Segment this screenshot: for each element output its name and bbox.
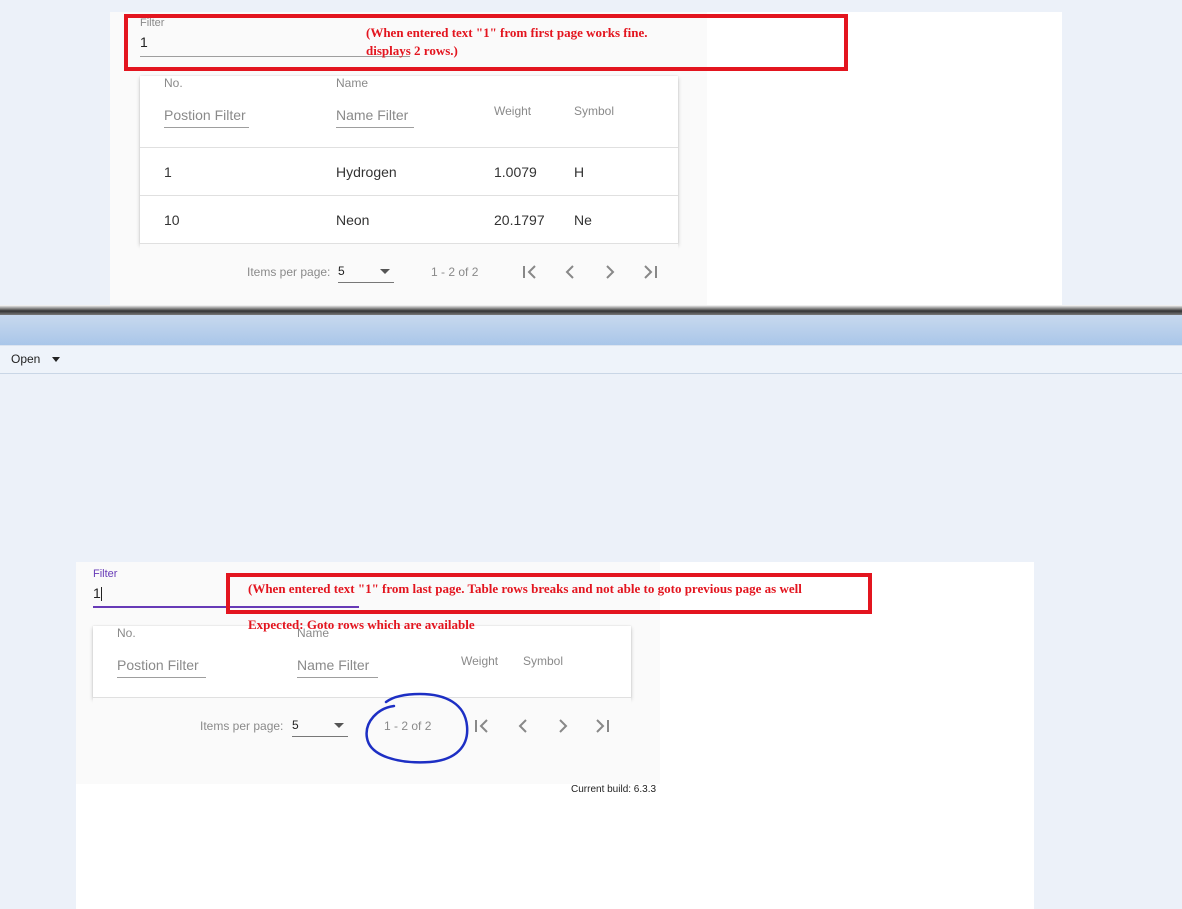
header-no: No. <box>164 76 183 90</box>
cell-weight: 1.0079 <box>494 164 537 180</box>
header-symbol: Symbol <box>574 104 615 118</box>
cell-symbol: H <box>574 164 585 180</box>
first-page-icon[interactable] <box>473 718 491 734</box>
bottom-annotation-line1: (When entered text "1" from last page. T… <box>248 581 802 596</box>
annotation-circle <box>365 692 469 764</box>
header-divider <box>140 147 678 148</box>
position-filter-input[interactable]: Postion Filter <box>164 107 249 128</box>
dropdown-arrow-icon <box>334 723 344 728</box>
bottom-filter-label: Filter <box>93 568 118 580</box>
top-annotation-box <box>124 14 848 71</box>
items-per-page-label: Items per page: <box>200 719 284 733</box>
page-size-select[interactable]: 5 <box>338 262 394 283</box>
next-page-icon[interactable] <box>603 264 617 280</box>
open-menu-button[interactable]: Open <box>11 352 60 366</box>
cell-name: Hydrogen <box>336 164 397 180</box>
items-per-page-label: Items per page: <box>247 265 331 279</box>
position-filter-input[interactable]: Postion Filter <box>117 657 206 678</box>
row-divider <box>140 195 678 196</box>
screenshot-separator <box>0 305 1182 315</box>
toolbar: Open <box>0 345 1182 374</box>
header-symbol: Symbol <box>523 654 564 668</box>
chevron-down-icon <box>51 357 60 363</box>
bottom-annotation-line2: Expected: Goto rows which are available <box>248 617 475 632</box>
page-size-value: 5 <box>338 264 345 278</box>
cell-no: 1 <box>164 164 172 180</box>
last-page-icon[interactable] <box>641 264 659 280</box>
header-weight: Weight <box>494 104 532 118</box>
text-cursor <box>100 586 102 601</box>
window-titlebar <box>0 315 1182 345</box>
header-name: Name <box>336 76 369 90</box>
first-page-icon[interactable] <box>521 264 539 280</box>
open-label: Open <box>11 352 41 366</box>
bottom-filter-value: 1 <box>93 585 101 601</box>
last-page-icon[interactable] <box>593 718 611 734</box>
header-no: No. <box>117 626 136 640</box>
page-size-select[interactable]: 5 <box>292 716 348 737</box>
next-page-icon[interactable] <box>556 718 570 734</box>
cell-symbol: Ne <box>574 212 592 228</box>
page-size-value: 5 <box>292 718 299 732</box>
cell-weight: 20.1797 <box>494 212 545 228</box>
dropdown-arrow-icon <box>380 269 390 274</box>
previous-page-icon[interactable] <box>563 264 577 280</box>
top-annotation-line2: displays 2 rows.) <box>366 43 458 58</box>
cell-name: Neon <box>336 212 370 228</box>
top-paginator: Items per page: 5 1 - 2 of 2 <box>140 244 678 300</box>
top-annotation-line1: (When entered text "1" from first page w… <box>366 25 648 40</box>
header-weight: Weight <box>461 654 499 668</box>
name-filter-input[interactable]: Name Filter <box>297 657 378 678</box>
cell-no: 10 <box>164 212 180 228</box>
name-filter-input[interactable]: Name Filter <box>336 107 414 128</box>
top-table: No. Name Postion Filter Name Filter Weig… <box>140 76 678 244</box>
build-info: Current build: 6.3.3 <box>571 784 657 795</box>
previous-page-icon[interactable] <box>516 718 530 734</box>
range-label: 1 - 2 of 2 <box>431 265 479 279</box>
